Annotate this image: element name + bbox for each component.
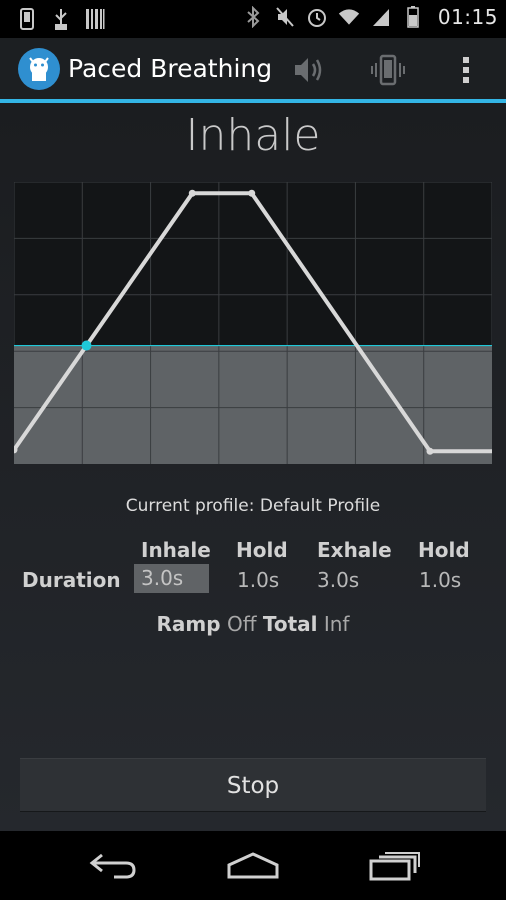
status-time: 01:15 [437,5,498,29]
volume-icon[interactable] [287,48,331,92]
vibrate-icon[interactable] [366,48,410,92]
stop-button[interactable]: Stop [20,758,486,812]
status-bar: 01:15 [0,0,506,38]
usb-debug-icon [50,6,72,32]
hold-1-duration-field[interactable]: 1.0s [237,568,279,592]
header-exhale: Exhale [317,538,392,562]
profile-vertex [426,447,434,455]
inhale-duration-field[interactable]: 3.0s [134,564,209,593]
back-icon[interactable] [73,831,153,900]
wifi-icon [338,4,360,30]
duration-label: Duration [22,568,121,592]
total-value[interactable]: Inf [324,612,350,636]
signal-icon [370,4,392,30]
screen: 01:15 Paced Breathing Inhale Current pro… [0,0,506,900]
current-profile-text[interactable]: Current profile: Default Profile [0,496,506,516]
header-inhale: Inhale [141,538,211,562]
app-logo-icon[interactable] [18,48,60,90]
hold-2-duration-field[interactable]: 1.0s [419,568,461,592]
mute-icon [274,4,296,30]
profile-vertex [188,189,196,197]
phase-title: Inhale [185,110,321,161]
nav-bar [0,831,506,900]
phone-icon [16,6,38,32]
barcode-icon [84,6,106,32]
header-hold-2: Hold [418,538,470,562]
battery-icon [402,4,424,30]
exhale-duration-field[interactable]: 3.0s [317,568,359,592]
ramp-label: Ramp [156,612,221,636]
total-label: Total [262,612,318,636]
bluetooth-icon [242,4,264,30]
app-title: Paced Breathing [68,54,273,83]
header-hold-1: Hold [236,538,288,562]
recent-apps-icon[interactable] [354,831,434,900]
ramp-value[interactable]: Off [227,612,257,636]
breath-chart [14,182,492,464]
home-icon[interactable] [213,831,293,900]
overflow-menu-icon[interactable] [444,48,488,92]
ramp-total-row: Ramp Off Total Inf [0,612,506,636]
current-position-marker [81,340,92,351]
profile-vertex [248,189,256,197]
alarm-icon [306,4,328,30]
progress-fill [14,345,492,464]
